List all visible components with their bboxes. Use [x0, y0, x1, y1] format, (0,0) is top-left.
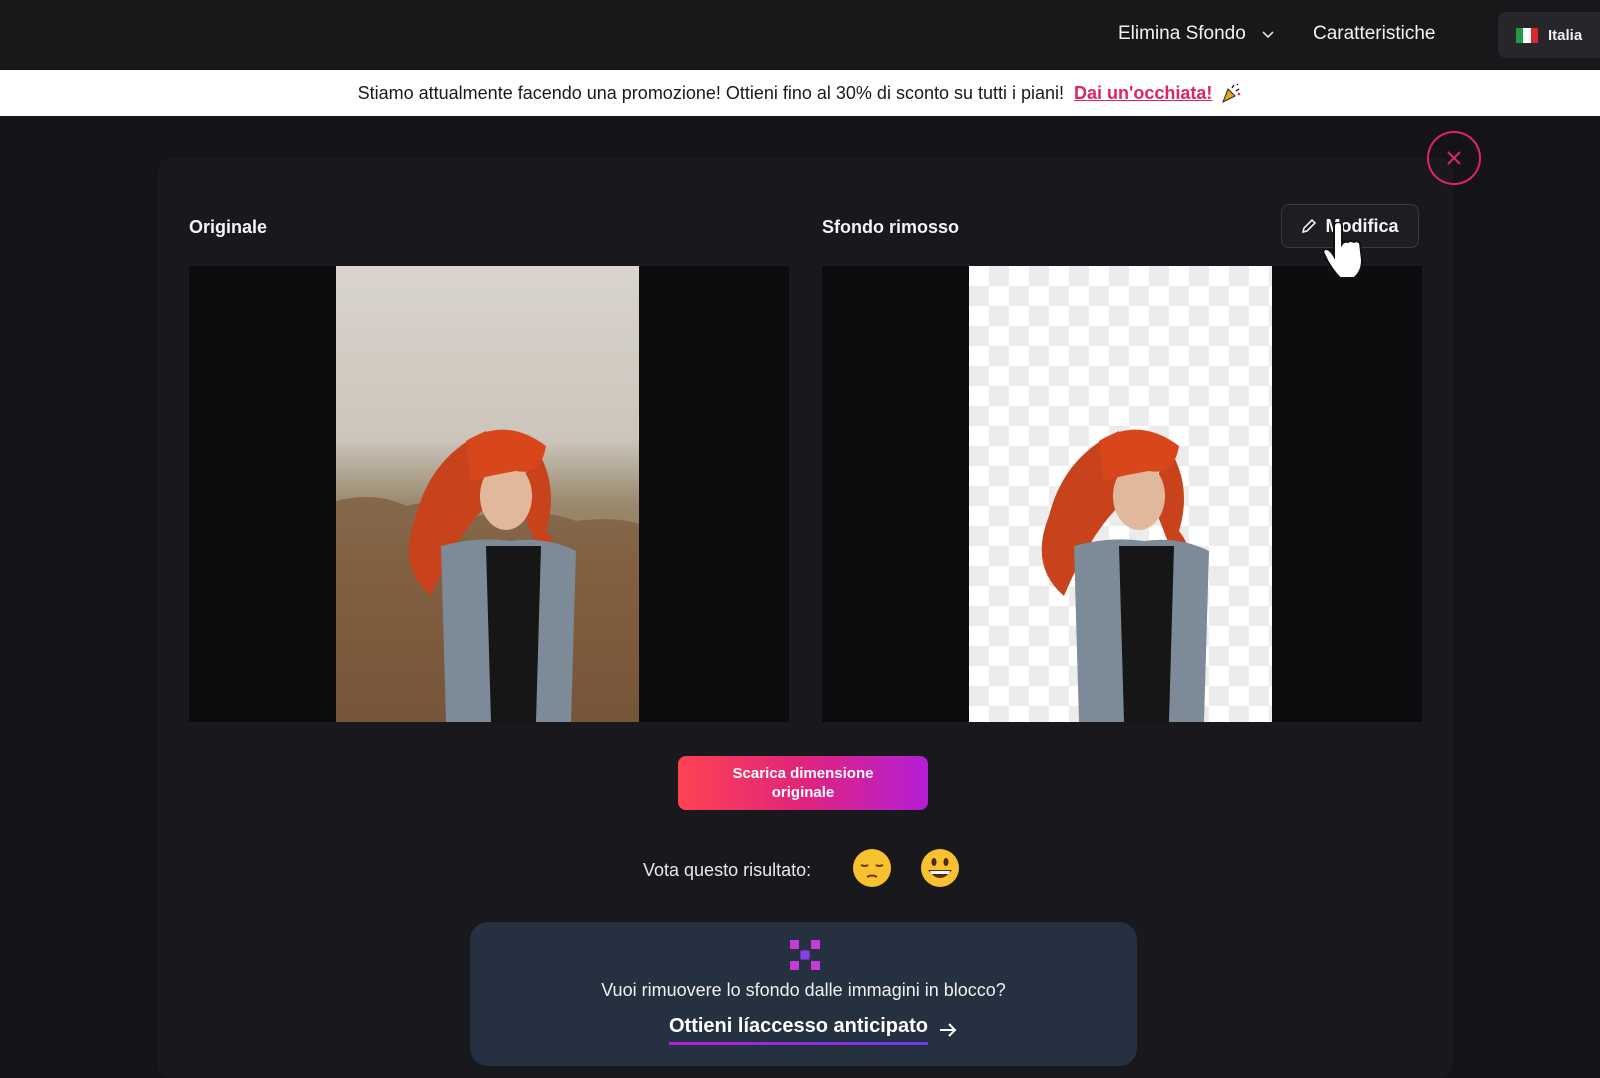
close-icon [1447, 151, 1461, 165]
original-photo [336, 266, 639, 722]
nav-caratteristiche-label: Caratteristiche [1313, 23, 1436, 44]
top-navbar: Elimina Sfondo Caratteristiche Italia [0, 0, 1600, 70]
grinning-face-icon[interactable] [920, 848, 960, 888]
italy-flag-icon [1516, 27, 1538, 43]
nav-caratteristiche[interactable]: Caratteristiche [1313, 23, 1436, 45]
removed-image-frame [822, 266, 1422, 722]
nav-elimina-sfondo-label: Elimina Sfondo [1118, 23, 1246, 44]
hand-cursor-icon [1322, 222, 1364, 279]
grid-logo-icon [790, 940, 820, 970]
arrow-right-icon [939, 1023, 957, 1037]
download-original-button[interactable]: Scarica dimensione originale [678, 756, 928, 810]
early-access-label: Ottieni líaccesso anticipato [669, 1015, 928, 1045]
removed-photo [969, 266, 1272, 722]
pensive-face-icon[interactable] [852, 848, 892, 888]
removed-label: Sfondo rimosso [822, 217, 960, 237]
promo-link[interactable]: Dai un'occhiata! [1074, 83, 1212, 104]
language-label: Italia [1548, 26, 1583, 44]
original-label: Originale [189, 217, 268, 237]
language-selector[interactable]: Italia [1498, 12, 1600, 58]
bulk-question: Vuoi rimuovere lo sfondo dalle immagini … [601, 980, 1006, 1000]
promo-banner: Stiamo attualmente facendo una promozion… [0, 70, 1600, 116]
party-popper-icon [1222, 83, 1241, 104]
download-button-label: Scarica dimensione originale [732, 765, 874, 801]
original-image-frame [189, 266, 789, 722]
promo-text: Stiamo attualmente facendo una promozion… [357, 82, 1065, 103]
rate-label: Vota questo risultato: [643, 860, 812, 880]
pencil-icon [1302, 218, 1317, 234]
chevron-down-icon [1262, 31, 1274, 39]
early-access-link[interactable]: Ottieni líaccesso anticipato [669, 1015, 958, 1045]
close-button[interactable] [1427, 131, 1481, 185]
nav-elimina-sfondo[interactable]: Elimina Sfondo [1118, 23, 1276, 45]
